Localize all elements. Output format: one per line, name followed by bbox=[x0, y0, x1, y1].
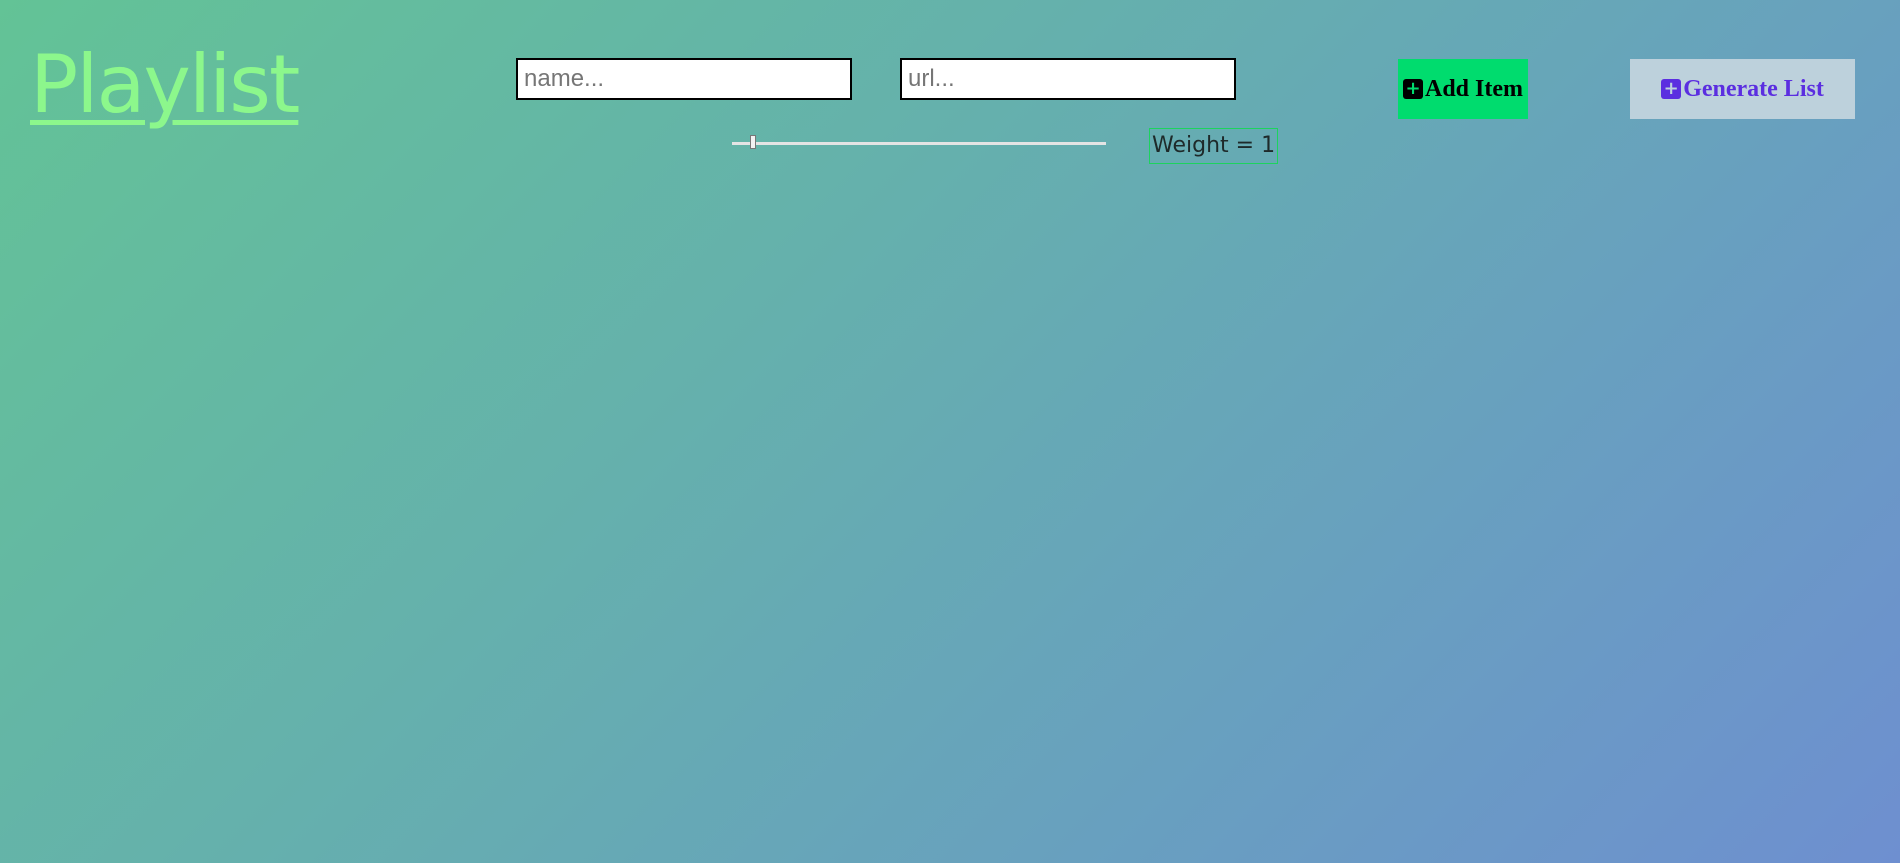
add-item-button[interactable]: + Add Item bbox=[1398, 59, 1528, 119]
plus-square-icon: + bbox=[1661, 79, 1682, 99]
weight-slider[interactable] bbox=[732, 135, 1106, 149]
name-input[interactable] bbox=[516, 58, 852, 100]
weight-display: Weight = 1 bbox=[1149, 128, 1279, 164]
generate-list-button[interactable]: + Generate List bbox=[1630, 59, 1855, 119]
url-input[interactable] bbox=[900, 58, 1236, 100]
page-title[interactable]: Playlist bbox=[30, 30, 300, 140]
plus-square-icon: + bbox=[1402, 79, 1423, 99]
weight-slider-thumb[interactable] bbox=[750, 135, 756, 149]
generate-list-label: Generate List bbox=[1683, 75, 1824, 102]
add-item-label: Add Item bbox=[1424, 75, 1523, 102]
